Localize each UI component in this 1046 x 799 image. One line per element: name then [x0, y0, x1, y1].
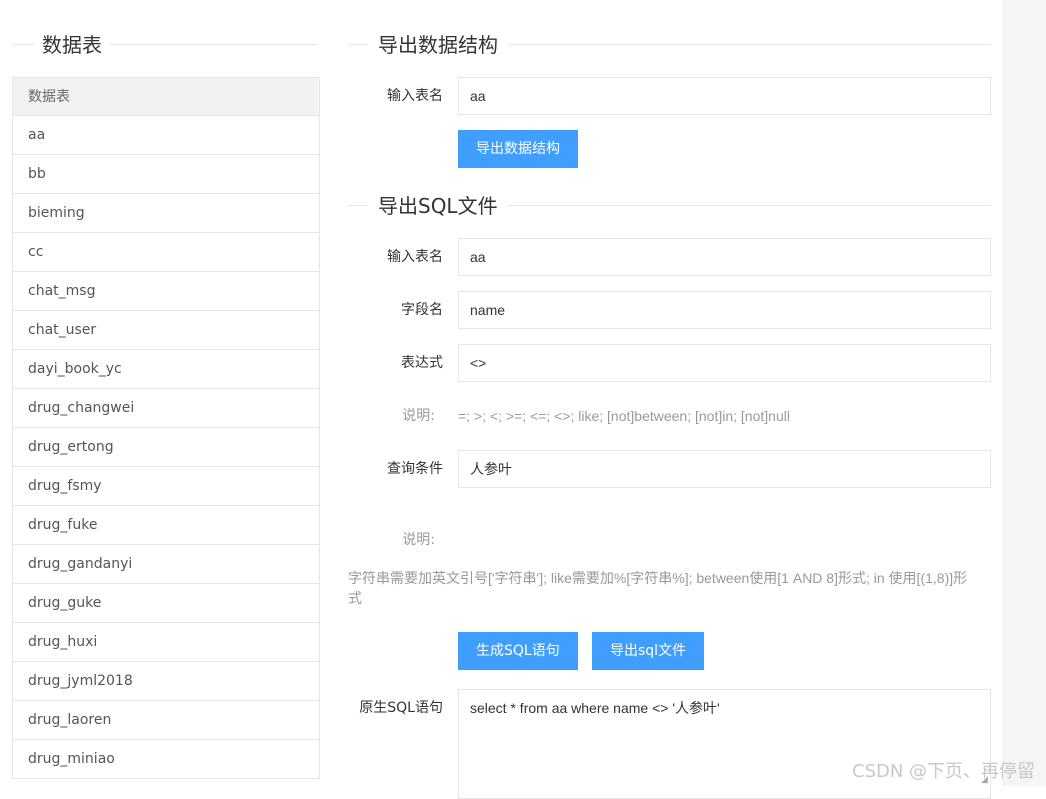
table-list-legend: 数据表: [12, 31, 318, 59]
table-row[interactable]: chat_user: [13, 311, 319, 350]
table-row[interactable]: dayi_book_yc: [13, 350, 319, 389]
table-row[interactable]: drug_miniao: [13, 740, 319, 779]
export-sql-legend: 导出SQL文件: [348, 192, 991, 220]
raw-sql-label: 原生SQL语句: [359, 700, 443, 716]
table-row[interactable]: aa: [13, 116, 319, 155]
expression-label: 表达式: [401, 355, 443, 371]
table-list-title: 数据表: [42, 33, 102, 57]
expression-input[interactable]: [458, 344, 991, 382]
table-row[interactable]: drug_gandanyi: [13, 545, 319, 584]
table-row[interactable]: drug_laoren: [13, 701, 319, 740]
condition-input[interactable]: [458, 450, 991, 488]
export-structure-title: 导出数据结构: [378, 33, 498, 57]
export-sql-title: 导出SQL文件: [378, 194, 498, 218]
page-gutter: [1002, 0, 1046, 786]
field-input[interactable]: [458, 291, 991, 329]
export-sql-button[interactable]: 导出sql文件: [592, 632, 705, 670]
export-structure-legend: 导出数据结构: [348, 31, 991, 59]
table-row[interactable]: chat_msg: [13, 272, 319, 311]
table-row[interactable]: bieming: [13, 194, 319, 233]
expression-note: =; >; <; >=; <=; <>; like; [not]between;…: [458, 408, 790, 424]
condition-note: 字符串需要加英文引号['字符串']; like需要加%[字符串%]; betwe…: [348, 570, 968, 606]
table-row[interactable]: drug_changwei: [13, 389, 319, 428]
table-row[interactable]: drug_fsmy: [13, 467, 319, 506]
expression-note-label: 说明:: [402, 408, 435, 424]
generate-sql-button[interactable]: 生成SQL语句: [458, 632, 578, 670]
field-label: 字段名: [401, 302, 443, 318]
table-row[interactable]: drug_huxi: [13, 623, 319, 662]
structure-table-input[interactable]: [458, 77, 991, 115]
sql-table-input[interactable]: [458, 238, 991, 276]
export-structure-button[interactable]: 导出数据结构: [458, 130, 578, 168]
table-list: 数据表 aa bb bieming cc chat_msg chat_user dayi_b…: [12, 77, 320, 779]
structure-table-label: 输入表名: [387, 88, 443, 104]
table-row[interactable]: drug_guke: [13, 584, 319, 623]
table-row[interactable]: drug_ertong: [13, 428, 319, 467]
condition-note-label: 说明:: [402, 532, 435, 548]
table-row[interactable]: bb: [13, 155, 319, 194]
table-row[interactable]: drug_jyml2018: [13, 662, 319, 701]
sql-table-label: 输入表名: [387, 249, 443, 265]
condition-label: 查询条件: [387, 461, 443, 477]
table-row[interactable]: cc: [13, 233, 319, 272]
table-row[interactable]: drug_fuke: [13, 506, 319, 545]
watermark: CSDN @下页、再停留: [852, 761, 1036, 782]
table-list-header: 数据表: [13, 77, 319, 116]
